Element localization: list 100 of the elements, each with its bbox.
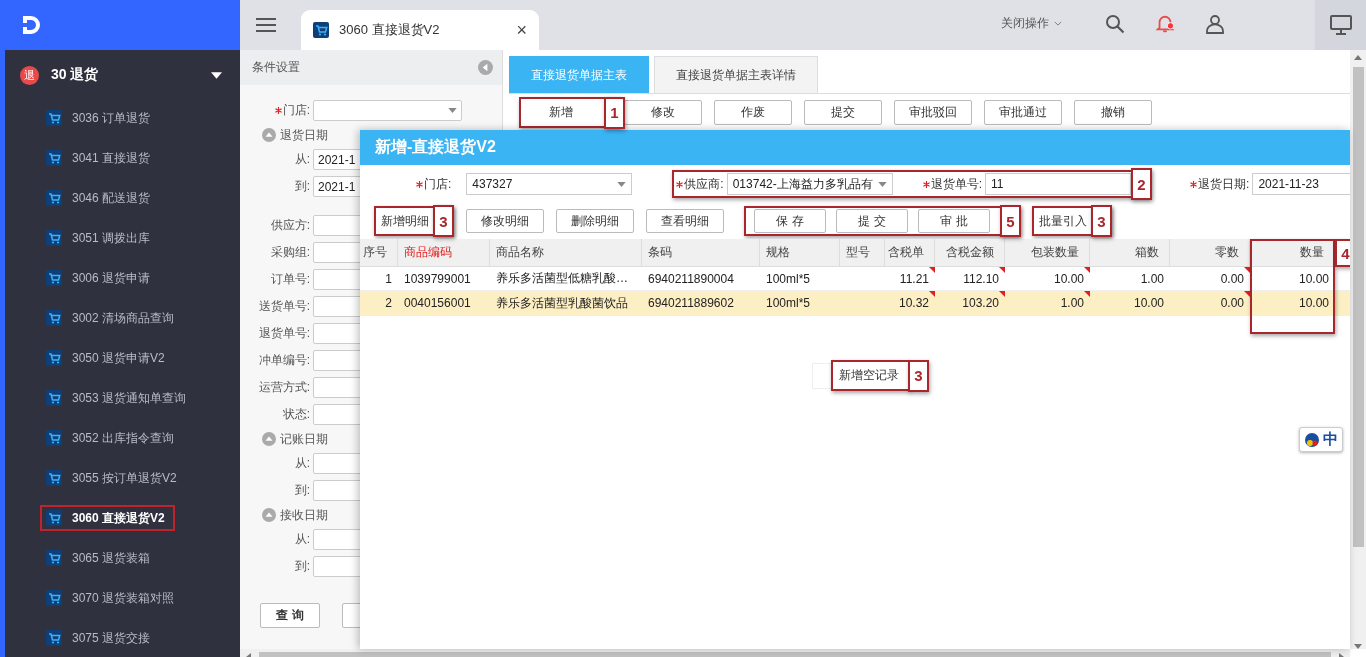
cart-icon bbox=[46, 430, 62, 446]
select-field[interactable]: 437327 bbox=[466, 173, 633, 195]
table-cell: 10.00 bbox=[1090, 291, 1170, 316]
cart-icon bbox=[46, 270, 62, 286]
column-header[interactable]: 序号 bbox=[360, 239, 398, 267]
sidebar-item[interactable]: 3075 退货交接 bbox=[40, 625, 161, 651]
group-label: 退货日期 bbox=[280, 126, 328, 144]
toolbar-button[interactable]: 作废 bbox=[714, 100, 792, 125]
caret-icon bbox=[448, 108, 457, 113]
cart-icon bbox=[46, 470, 62, 486]
sidebar-item[interactable]: 3053 退货通知单查询 bbox=[40, 385, 197, 411]
sidebar-item[interactable]: 3051 调拨出库 bbox=[40, 225, 161, 251]
column-header[interactable]: 型号 bbox=[840, 239, 885, 267]
toolbar-button[interactable]: 提交 bbox=[804, 100, 882, 125]
cart-icon bbox=[46, 630, 62, 646]
group-badge: 退 bbox=[20, 65, 39, 85]
table-cell: 0040156001 bbox=[398, 291, 490, 316]
toolbar-button[interactable]: 删除明细 bbox=[556, 209, 634, 233]
callout-number: 5 bbox=[1000, 205, 1021, 237]
cart-icon bbox=[46, 590, 62, 606]
column-header[interactable]: 零数 bbox=[1170, 239, 1250, 267]
field-label: 从: bbox=[294, 455, 310, 472]
user-icon bbox=[1205, 14, 1225, 34]
sidebar-item[interactable]: 3046 配送退货 bbox=[40, 185, 161, 211]
input-field[interactable]: 2021-11-23 bbox=[1252, 173, 1350, 195]
empty-field[interactable] bbox=[812, 362, 831, 389]
chevron-icon bbox=[1054, 21, 1062, 26]
toolbar-button[interactable]: 审批通过 bbox=[984, 100, 1062, 125]
ime-logo-icon bbox=[1304, 431, 1320, 448]
table-cell: 养乐多活菌型乳酸菌饮品 bbox=[490, 291, 642, 316]
cart-icon bbox=[46, 390, 62, 406]
cart-icon bbox=[46, 150, 62, 166]
field-label: 运营方式: bbox=[258, 379, 310, 396]
cart-icon bbox=[46, 230, 62, 246]
cart-icon bbox=[46, 350, 62, 366]
column-header[interactable]: 商品编码 bbox=[398, 239, 490, 267]
sidebar-item[interactable]: 3065 退货装箱 bbox=[40, 545, 161, 571]
table-cell: 0.00 bbox=[1170, 291, 1250, 316]
search-icon bbox=[1105, 14, 1125, 34]
toolbar-button[interactable]: 审批驳回 bbox=[894, 100, 972, 125]
toolbar-button[interactable]: 修改 bbox=[624, 100, 702, 125]
toolbar-button[interactable]: 撤销 bbox=[1074, 100, 1152, 125]
field-label: 采购组: bbox=[270, 244, 310, 261]
field-label: 到: bbox=[294, 558, 310, 575]
toolbar-button[interactable]: 保 存 bbox=[754, 209, 826, 233]
vertical-scrollbar[interactable] bbox=[1350, 50, 1366, 649]
table-cell bbox=[1335, 291, 1350, 316]
input-field[interactable]: 11 bbox=[985, 173, 1132, 195]
close-button[interactable]: × bbox=[516, 19, 527, 41]
cart-icon bbox=[46, 510, 62, 526]
column-header[interactable]: 含税单 bbox=[885, 239, 935, 267]
ime-toolbar[interactable]: 中 bbox=[1299, 427, 1343, 452]
column-header[interactable]: 包装数量 bbox=[1005, 239, 1090, 267]
screen-button[interactable] bbox=[1315, 0, 1366, 50]
tab[interactable]: 直接退货单据主表详情 bbox=[654, 56, 818, 93]
cart-icon bbox=[46, 190, 62, 206]
cart-icon bbox=[46, 550, 62, 566]
field-label: 门店: bbox=[282, 102, 310, 119]
toolbar-button[interactable]: 提 交 bbox=[836, 209, 908, 233]
page-tab[interactable]: 3060 直接退货V2 × bbox=[301, 10, 539, 50]
sidebar-item[interactable]: 3070 退货装箱对照 bbox=[40, 585, 185, 611]
table-cell: 10.32 bbox=[885, 291, 935, 316]
callout-number: 1 bbox=[604, 96, 625, 129]
scroll-thumb[interactable] bbox=[1352, 67, 1364, 547]
column-header[interactable]: 商品名称 bbox=[490, 239, 642, 267]
table-cell: 10.00 bbox=[1250, 291, 1335, 316]
column-header[interactable]: 条码 bbox=[642, 239, 760, 267]
column-header[interactable]: 含税金额 bbox=[935, 239, 1005, 267]
field-label: 供应商: bbox=[684, 175, 724, 193]
query-button[interactable]: 查 询 bbox=[260, 602, 320, 628]
panel-title: 条件设置 bbox=[252, 59, 301, 76]
sidebar-item[interactable]: 3052 出库指令查询 bbox=[40, 425, 185, 451]
toolbar-button[interactable]: 审 批 bbox=[918, 209, 990, 233]
menu-group[interactable]: 退 30 退货 bbox=[5, 50, 240, 100]
sidebar-item[interactable]: 3050 退货申请V2 bbox=[40, 345, 175, 371]
monitor-icon bbox=[1329, 15, 1352, 35]
column-header[interactable]: 规格 bbox=[760, 239, 840, 267]
close-ops-dropdown[interactable]: 关闭操作 bbox=[1001, 15, 1062, 32]
field-label: 退货单号: bbox=[258, 325, 310, 342]
collapse-icon bbox=[478, 60, 493, 75]
callout-number: 3 bbox=[908, 359, 929, 392]
group-label: 记账日期 bbox=[280, 430, 328, 448]
down-arrow-icon bbox=[1354, 644, 1362, 649]
select-field[interactable]: 013742-上海益力多乳品有 bbox=[726, 173, 893, 195]
sidebar-item[interactable]: 3055 按订单退货V2 bbox=[40, 465, 187, 491]
field-label: 状态: bbox=[282, 406, 310, 423]
sidebar-item[interactable]: 3060 直接退货V2 bbox=[40, 505, 175, 531]
callout-number: 3 bbox=[433, 205, 454, 237]
caret-icon bbox=[877, 181, 887, 187]
sidebar-item[interactable]: 3041 直接退货 bbox=[40, 145, 161, 171]
column-header[interactable]: 箱数 bbox=[1090, 239, 1170, 267]
toolbar-button[interactable]: 修改明细 bbox=[466, 209, 544, 233]
callout-number: 2 bbox=[1131, 168, 1153, 200]
toolbar-button[interactable]: 查看明细 bbox=[646, 209, 724, 233]
sidebar-item[interactable]: 3036 订单退货 bbox=[40, 105, 161, 131]
field-label: 门店: bbox=[424, 175, 452, 193]
sidebar-item[interactable]: 3006 退货申请 bbox=[40, 265, 161, 291]
field-label: 从: bbox=[294, 151, 310, 168]
store-select[interactable] bbox=[313, 100, 462, 121]
sidebar-item[interactable]: 3002 清场商品查询 bbox=[40, 305, 185, 331]
